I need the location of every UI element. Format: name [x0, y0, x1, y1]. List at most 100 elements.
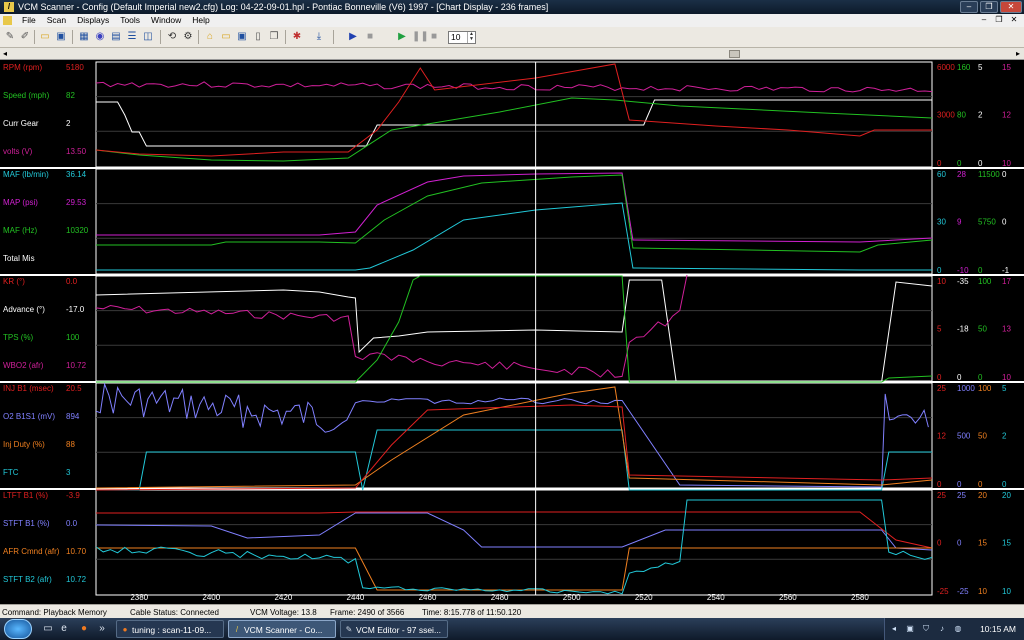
mdi-minimize-button[interactable]: –: [978, 15, 990, 25]
list-icon[interactable]: ☰: [126, 31, 138, 43]
scroll-left-icon[interactable]: ◂: [3, 49, 7, 58]
spin-arrows-icon[interactable]: ▲ ▼: [467, 32, 475, 43]
series-value: 29.53: [66, 198, 87, 207]
chart-canvas: RPM (rpm) 5180 Speed (mph) 82 Curr Gear 2 volt…: [0, 61, 1024, 602]
menu-tools[interactable]: Tools: [120, 15, 151, 25]
series-label: MAF (lb/min): [3, 170, 49, 179]
series-label: AFR Cmnd (afr): [3, 547, 60, 556]
firefox-icon[interactable]: ●: [78, 623, 90, 635]
series-label: RPM (rpm): [3, 63, 42, 72]
series-value: 894: [66, 412, 80, 421]
menu-file[interactable]: File: [22, 15, 47, 25]
settings-icon[interactable]: ⚙: [182, 31, 194, 43]
series-label: MAF (Hz): [3, 226, 38, 235]
scale-label: 2: [978, 111, 983, 120]
series-label: LTFT B1 (%): [3, 491, 48, 500]
refresh-icon[interactable]: ⟲: [166, 31, 178, 43]
x-tick-label: 2400: [202, 593, 220, 602]
scale-label: 160: [957, 63, 971, 72]
ie-icon[interactable]: e: [58, 623, 70, 635]
app-logo-icon: /: [4, 2, 14, 12]
menu-bar: File Scan Displays Tools Window Help – ❐…: [0, 14, 1024, 27]
save-icon[interactable]: ▣: [55, 31, 67, 43]
series-value: 13.50: [66, 147, 87, 156]
scroll-right-icon[interactable]: ▸: [1016, 49, 1020, 58]
task-vcm-editor[interactable]: ✎ VCM Editor - 97 ssei...: [340, 620, 448, 638]
mdi-restore-button[interactable]: ❐: [993, 15, 1005, 25]
pen-alt-icon[interactable]: ✐: [19, 31, 31, 43]
pause-icon[interactable]: ❚❚: [412, 31, 429, 43]
maximize-button[interactable]: ❐: [980, 1, 998, 13]
open-icon[interactable]: ▭: [39, 31, 51, 43]
series-label: Total Mis: [3, 254, 35, 263]
x-tick-label: 2500: [563, 593, 581, 602]
x-tick-label: 2380: [130, 593, 148, 602]
title-bar: / VCM Scanner - Config (Default Imperial…: [0, 0, 1024, 14]
scale-label: 50: [978, 432, 987, 441]
gauge-icon[interactable]: ◉: [94, 31, 106, 43]
trace-ftc: [96, 429, 932, 491]
series-value: 88: [66, 440, 75, 449]
task-vcm-scanner[interactable]: / VCM Scanner - Co...: [228, 620, 336, 638]
copy-icon[interactable]: ❐: [268, 31, 280, 43]
start-button[interactable]: [4, 619, 32, 639]
stop-icon[interactable]: ■: [364, 31, 376, 43]
series-value: 82: [66, 91, 75, 100]
pen-icon[interactable]: ✎: [4, 31, 16, 43]
series-value: -3.9: [66, 491, 80, 500]
scale-label: 13: [1002, 325, 1011, 334]
minimize-button[interactable]: –: [960, 1, 978, 13]
zoom-value: 10: [451, 32, 461, 42]
series-label: Inj Duty (%): [3, 440, 45, 449]
split-icon[interactable]: ◫: [142, 31, 154, 43]
series-value: 0.0: [66, 277, 78, 286]
trace-volts: [95, 81, 933, 93]
tray-arrow-icon[interactable]: ◂: [889, 624, 899, 634]
chart-panel-frame: [95, 489, 933, 596]
stop-record-icon[interactable]: ■: [428, 31, 440, 43]
task-tuning[interactable]: ● tuning : scan-11-09...: [116, 620, 224, 638]
menu-window[interactable]: Window: [151, 15, 192, 25]
scale-label: 6000: [937, 63, 955, 72]
scroll-thumb[interactable]: [729, 50, 740, 58]
scale-label: 0: [1002, 218, 1007, 227]
scale-label: 17: [1002, 277, 1011, 286]
menu-scan[interactable]: Scan: [47, 15, 77, 25]
document-icon[interactable]: [3, 16, 12, 25]
mdi-close-button[interactable]: ✕: [1008, 15, 1020, 25]
network-icon[interactable]: ✱: [291, 31, 303, 43]
editor-task-icon: ✎: [345, 625, 353, 634]
zoom-spinner[interactable]: 10 ▲ ▼: [448, 31, 476, 44]
close-button[interactable]: ✕: [1000, 1, 1022, 13]
menu-help[interactable]: Help: [192, 15, 220, 25]
table-icon[interactable]: ▦: [78, 31, 90, 43]
quicklaunch-arrow-icon[interactable]: »: [96, 623, 108, 635]
menu-displays[interactable]: Displays: [77, 15, 120, 25]
scale-label: 10: [937, 277, 946, 286]
tray-app-icon[interactable]: ◍: [953, 624, 963, 634]
chart-display[interactable]: RPM (rpm) 5180 Speed (mph) 82 Curr Gear 2 volt…: [0, 60, 1024, 604]
trace-stft-b1: [95, 512, 933, 551]
show-desktop-icon[interactable]: ▭: [42, 623, 54, 635]
scale-label: 0: [957, 159, 962, 168]
status-voltage: VCM Voltage: 13.8: [250, 608, 317, 617]
status-command: Command: Playback Memory: [2, 608, 107, 617]
play-icon[interactable]: ▶: [347, 31, 359, 43]
tray-security-icon[interactable]: ⛉: [921, 624, 931, 634]
tray-network-icon[interactable]: ▣: [905, 624, 915, 634]
series-label: volts (V): [3, 147, 33, 156]
play-green-icon[interactable]: ▶: [396, 31, 408, 43]
document-page-icon[interactable]: ▯: [252, 31, 264, 43]
chart-panel-frame: [95, 61, 933, 168]
folder-open-icon[interactable]: ⌂: [204, 31, 216, 43]
horizontal-scrollbar[interactable]: ◂ ▸: [0, 48, 1024, 60]
scale-label: 10: [1002, 159, 1011, 168]
download-icon[interactable]: ⤓: [313, 31, 325, 43]
scale-label: 80: [957, 111, 966, 120]
scale-label: 0: [937, 480, 942, 489]
save-alt-icon[interactable]: ▣: [236, 31, 248, 43]
tray-volume-icon[interactable]: ♪: [937, 624, 947, 634]
folder-icon[interactable]: ▭: [220, 31, 232, 43]
scale-label: 0: [978, 480, 983, 489]
grid-icon[interactable]: ▤: [110, 31, 122, 43]
